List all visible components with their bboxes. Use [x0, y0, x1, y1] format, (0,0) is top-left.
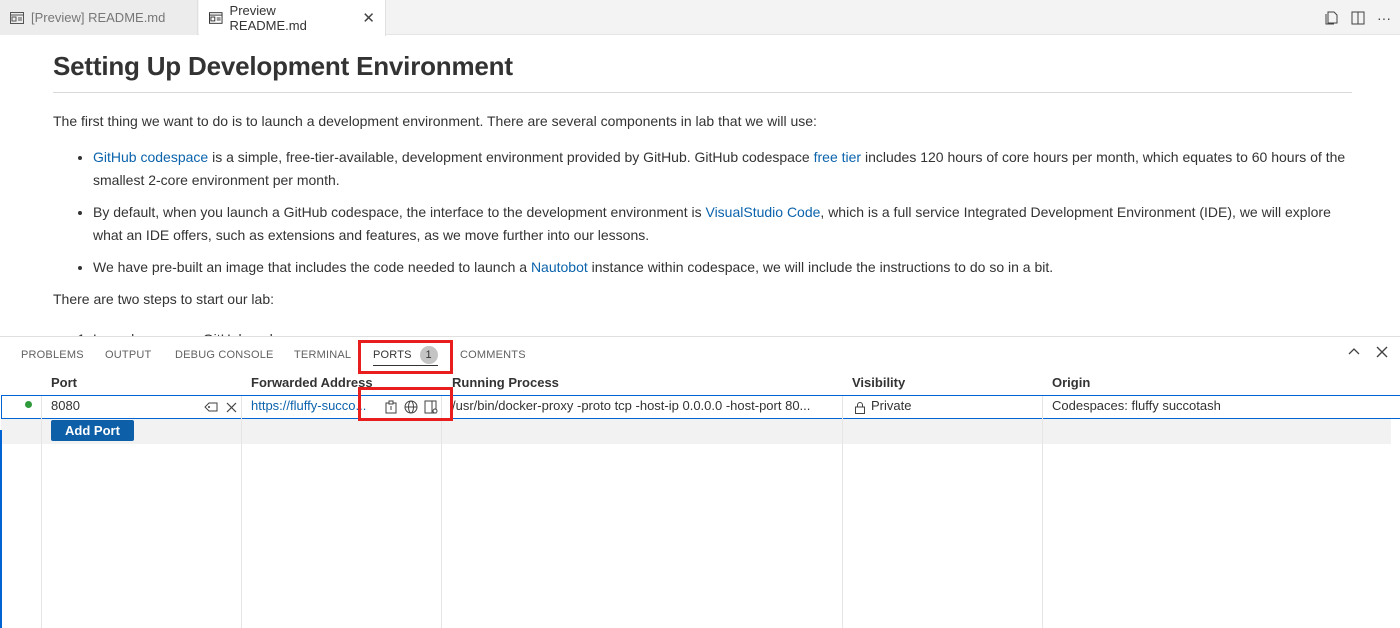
header-origin[interactable]: Origin	[1052, 375, 1090, 390]
visibility-value[interactable]: Private	[871, 398, 911, 413]
tab-ports-label: PORTS	[373, 348, 412, 361]
split-editor-icon[interactable]	[1350, 10, 1366, 26]
preview-icon	[209, 12, 223, 24]
page-title: Setting Up Development Environment	[53, 51, 1352, 93]
copy-address-icon[interactable]	[383, 399, 399, 415]
close-tab-icon[interactable]: ✕	[362, 9, 375, 27]
steps-list: Launch a new, ... GitHub codespace	[53, 328, 1352, 336]
tab-comments[interactable]: COMMENTS	[460, 337, 526, 372]
tab-output[interactable]: OUTPUT	[105, 337, 151, 372]
github-codespace-link[interactable]: GitHub codespace	[93, 149, 208, 165]
list-text: is a simple, free-tier-available, develo…	[208, 149, 814, 165]
add-port-row	[1, 418, 1391, 444]
preview-icon	[10, 11, 24, 24]
running-process: /usr/bin/docker-proxy -proto tcp -host-i…	[452, 398, 811, 413]
step-item: Launch a new, ... GitHub codespace	[93, 328, 1352, 336]
editor-actions: ···	[1324, 0, 1392, 35]
tab-problems[interactable]: PROBLEMS	[21, 337, 84, 372]
header-running-process[interactable]: Running Process	[452, 375, 559, 390]
free-tier-link[interactable]: free tier	[814, 149, 861, 165]
list-item: We have pre-built an image that includes…	[93, 256, 1352, 279]
tab-debug-console[interactable]: DEBUG CONSOLE	[175, 337, 274, 372]
focus-border	[0, 430, 2, 628]
nautobot-link[interactable]: Nautobot	[531, 259, 588, 275]
column-divider	[1042, 396, 1043, 628]
bottom-panel: PROBLEMS OUTPUT DEBUG CONSOLE TERMINAL P…	[0, 336, 1400, 628]
maximize-panel-icon[interactable]	[1348, 345, 1360, 361]
markdown-preview: Setting Up Development Environment The f…	[0, 36, 1400, 336]
close-panel-icon[interactable]	[1376, 345, 1388, 361]
more-icon[interactable]: ···	[1376, 10, 1392, 26]
preview-in-editor-icon[interactable]	[423, 399, 439, 415]
tab-label: [Preview] README.md	[31, 10, 166, 25]
column-divider	[441, 396, 442, 628]
list-item: By default, when you launch a GitHub cod…	[93, 201, 1352, 247]
column-divider	[842, 396, 843, 628]
column-divider	[241, 396, 242, 628]
stop-forwarding-icon[interactable]	[223, 399, 239, 415]
intro-paragraph: The first thing we want to do is to laun…	[53, 113, 817, 129]
editor-tab-bar: [Preview] README.md Preview README.md ✕ …	[0, 0, 1400, 36]
ports-table: Port Forwarded Address Running Process V…	[0, 372, 1400, 628]
list-text: By default, when you launch a GitHub cod…	[93, 204, 706, 220]
port-status-icon	[25, 401, 32, 408]
forwarded-address-link[interactable]: https://fluffy-succo...	[251, 398, 366, 413]
ports-count-badge: 1	[419, 345, 438, 364]
column-divider	[41, 396, 42, 628]
visualstudio-code-link[interactable]: VisualStudio Code	[705, 204, 820, 220]
list-text: We have pre-built an image that includes…	[93, 259, 531, 275]
add-port-button[interactable]: Add Port	[51, 420, 134, 441]
tab-ports[interactable]: PORTS 1	[373, 337, 438, 372]
list-item: GitHub codespace is a simple, free-tier-…	[93, 146, 1352, 192]
open-in-browser-icon[interactable]	[403, 399, 419, 415]
active-tab-underline	[373, 365, 438, 366]
tab-label: Preview README.md	[229, 3, 307, 33]
open-source-icon[interactable]	[1324, 10, 1340, 26]
panel-actions	[1348, 345, 1388, 361]
tab-preview-readme-inactive[interactable]: [Preview] README.md	[0, 0, 198, 35]
lock-icon	[852, 399, 868, 415]
port-number[interactable]: 8080	[51, 398, 80, 413]
list-text: instance within codespace, we will inclu…	[587, 259, 1054, 275]
panel-tabs: PROBLEMS OUTPUT DEBUG CONSOLE TERMINAL P…	[0, 337, 1400, 372]
label-port-icon[interactable]	[203, 399, 219, 415]
tab-preview-readme-active[interactable]: Preview README.md ✕	[199, 0, 386, 36]
origin-value: Codespaces: fluffy succotash	[1052, 398, 1221, 413]
header-forwarded-address[interactable]: Forwarded Address	[251, 375, 373, 390]
component-list: GitHub codespace is a simple, free-tier-…	[53, 146, 1352, 279]
tab-terminal[interactable]: TERMINAL	[294, 337, 351, 372]
steps-intro: There are two steps to start our lab:	[53, 291, 274, 307]
header-visibility[interactable]: Visibility	[852, 375, 905, 390]
header-port[interactable]: Port	[51, 375, 77, 390]
